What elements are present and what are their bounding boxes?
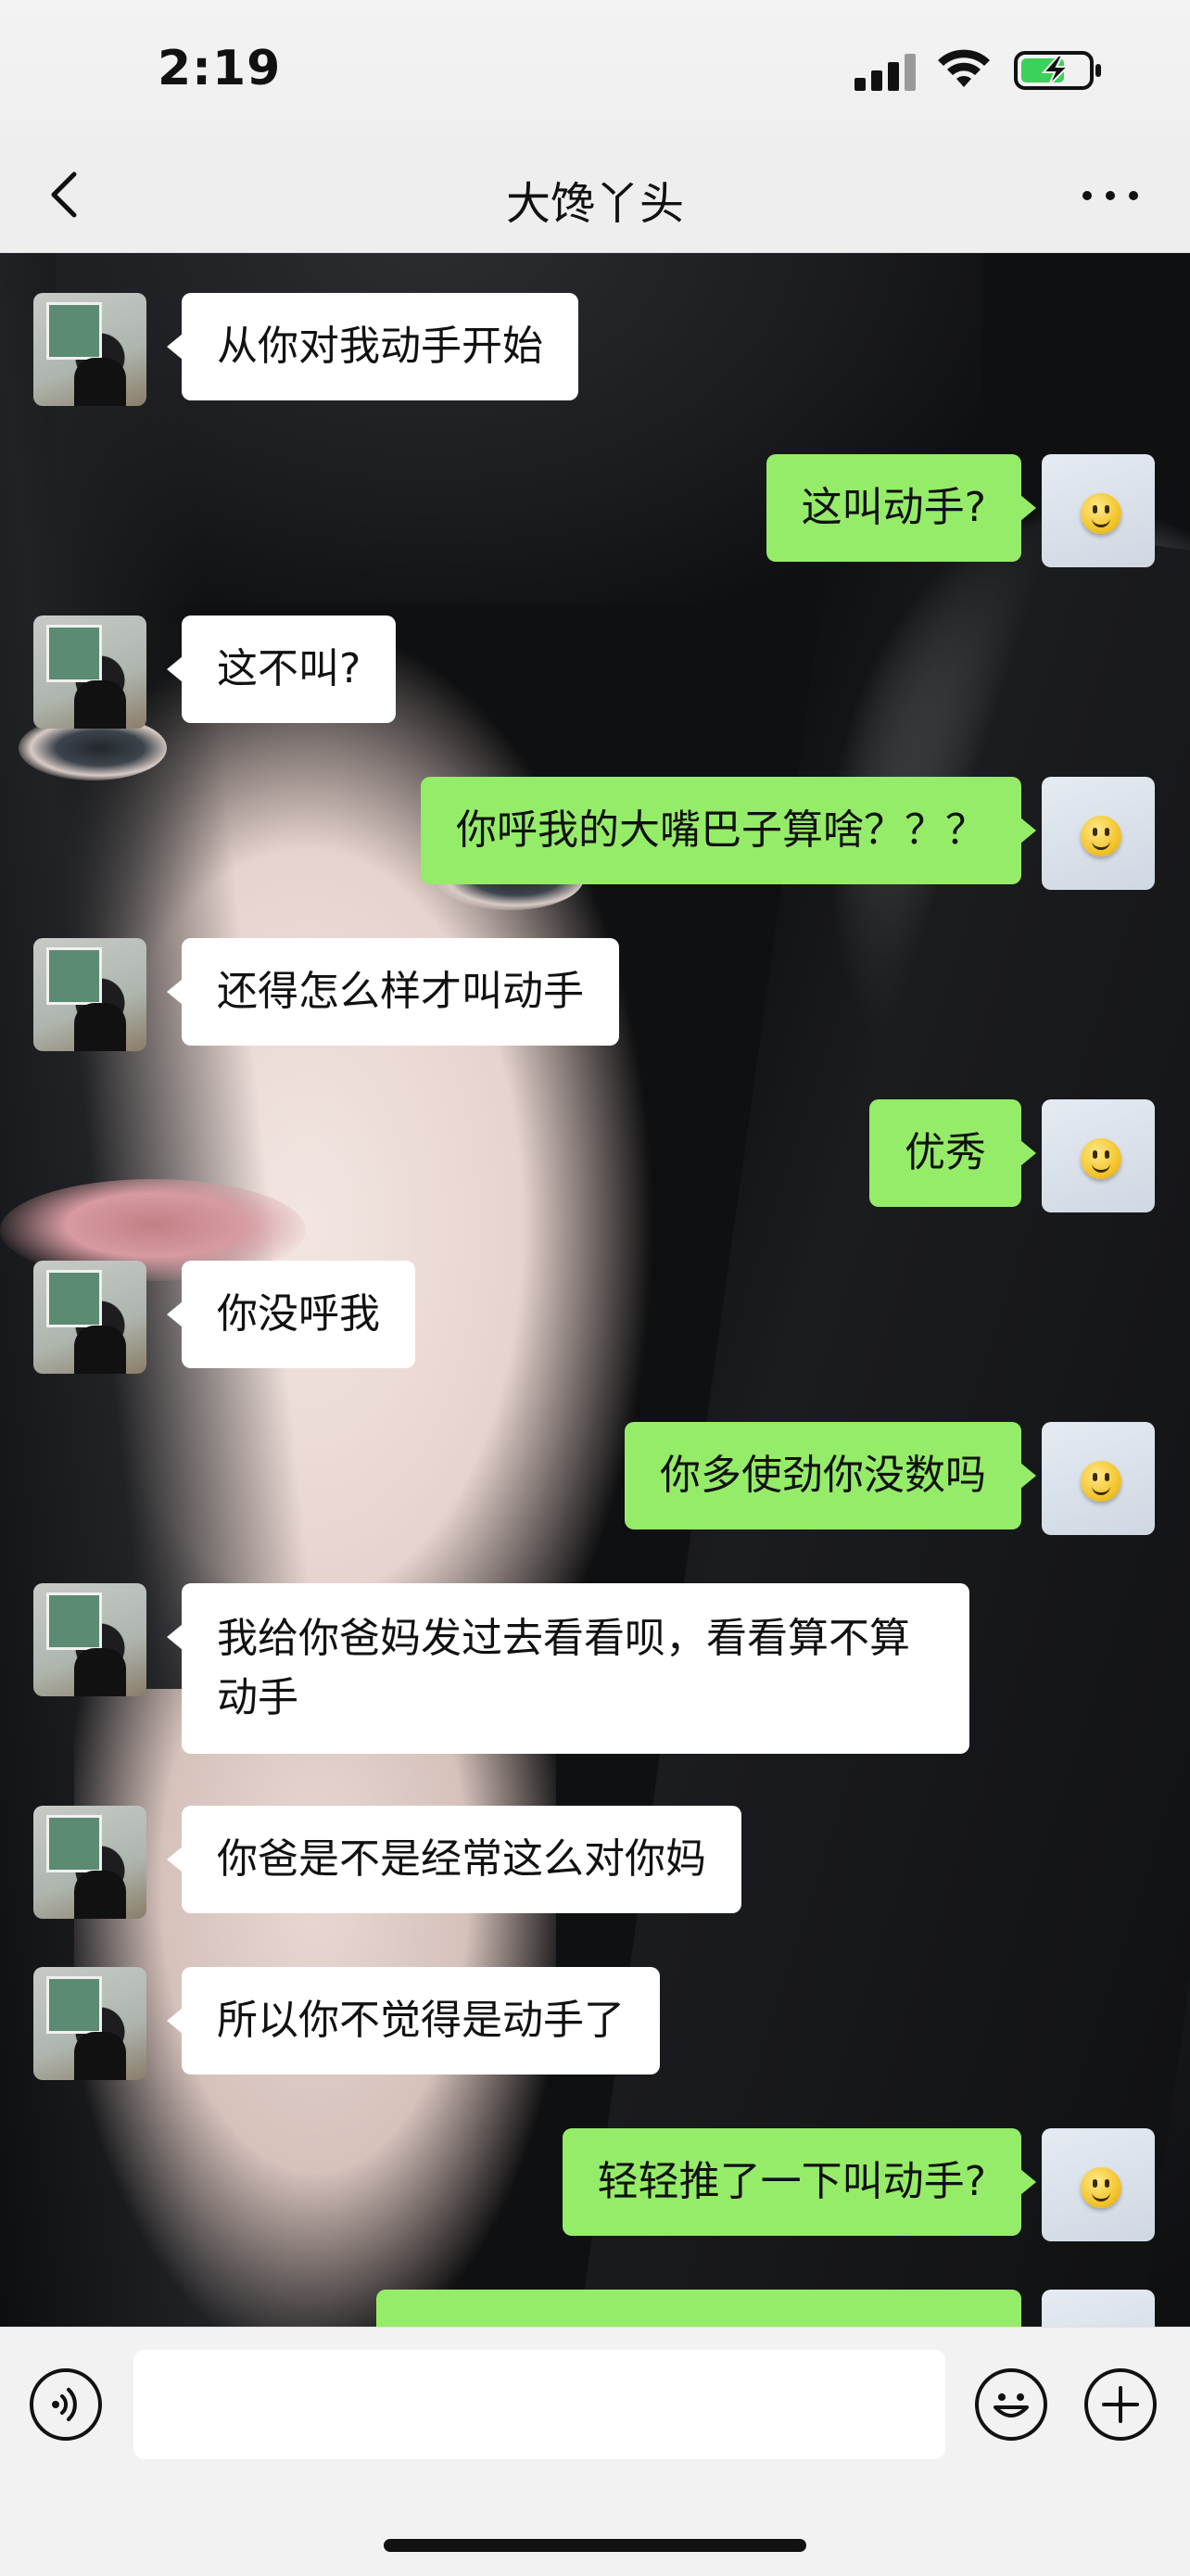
- contact-avatar[interactable]: [33, 615, 146, 729]
- my-avatar[interactable]: [1042, 1099, 1155, 1212]
- my-avatar[interactable]: [1042, 454, 1155, 567]
- contact-avatar[interactable]: [33, 1583, 146, 1696]
- received-message-bubble[interactable]: 所以你不觉得是动手了: [167, 1967, 660, 2075]
- my-avatar[interactable]: [1042, 2290, 1155, 2327]
- my-avatar[interactable]: [1042, 1422, 1155, 1535]
- voice-icon[interactable]: [30, 2368, 102, 2441]
- received-message-bubble[interactable]: 这不叫?: [166, 615, 397, 723]
- received-message-bubble[interactable]: 还得怎么样才叫动手: [167, 938, 619, 1046]
- home-indicator[interactable]: [384, 2539, 806, 2552]
- sent-message-bubble[interactable]: [376, 2290, 1021, 2327]
- received-message-bubble[interactable]: 你爸是不是经常这么对你妈: [167, 1806, 741, 1913]
- received-message-bubble[interactable]: 我给你爸妈发过去看看呗，看看算不算动手: [167, 1583, 969, 1754]
- plus-icon[interactable]: [1084, 2368, 1157, 2441]
- wifi-icon: [938, 49, 990, 87]
- contact-avatar[interactable]: [33, 1261, 146, 1374]
- sent-message-bubble[interactable]: 轻轻推了一下叫动手?: [562, 2128, 1037, 2236]
- sent-message-bubble[interactable]: 你多使劲你没数吗: [625, 1422, 1036, 1529]
- cellular-signal-icon: [855, 52, 919, 91]
- status-bar: 2:19: [0, 0, 1190, 139]
- received-message-bubble[interactable]: 你没呼我: [167, 1261, 415, 1368]
- sent-message-bubble[interactable]: 这叫动手?: [766, 454, 1037, 562]
- chat-title: 大馋丫头: [505, 178, 684, 230]
- message-text-field[interactable]: [133, 2350, 945, 2459]
- status-time: 2:19: [158, 41, 282, 96]
- contact-avatar[interactable]: [33, 293, 146, 406]
- chat-header: 大馋丫头: [0, 139, 1190, 253]
- my-avatar[interactable]: [1042, 2128, 1155, 2241]
- contact-avatar[interactable]: [33, 938, 146, 1051]
- message-list[interactable]: 从你对我动手开始 这叫动手? 这不叫? 你呼我的大嘴巴子算啥？？？ 还得怎么样才…: [0, 252, 1190, 2327]
- my-avatar[interactable]: [1042, 777, 1155, 890]
- sent-message-bubble[interactable]: 你呼我的大嘴巴子算啥？？？: [421, 777, 1036, 884]
- more-dots-icon[interactable]: [1075, 165, 1146, 224]
- battery-charging-icon: [1014, 51, 1101, 90]
- contact-avatar[interactable]: [33, 1806, 146, 1919]
- contact-avatar[interactable]: [33, 1967, 146, 2080]
- received-message-bubble[interactable]: 从你对我动手开始: [167, 293, 578, 400]
- sent-message-bubble[interactable]: 优秀: [869, 1099, 1036, 1207]
- message-input-bar: [0, 2327, 1190, 2576]
- emoji-icon[interactable]: [975, 2368, 1047, 2441]
